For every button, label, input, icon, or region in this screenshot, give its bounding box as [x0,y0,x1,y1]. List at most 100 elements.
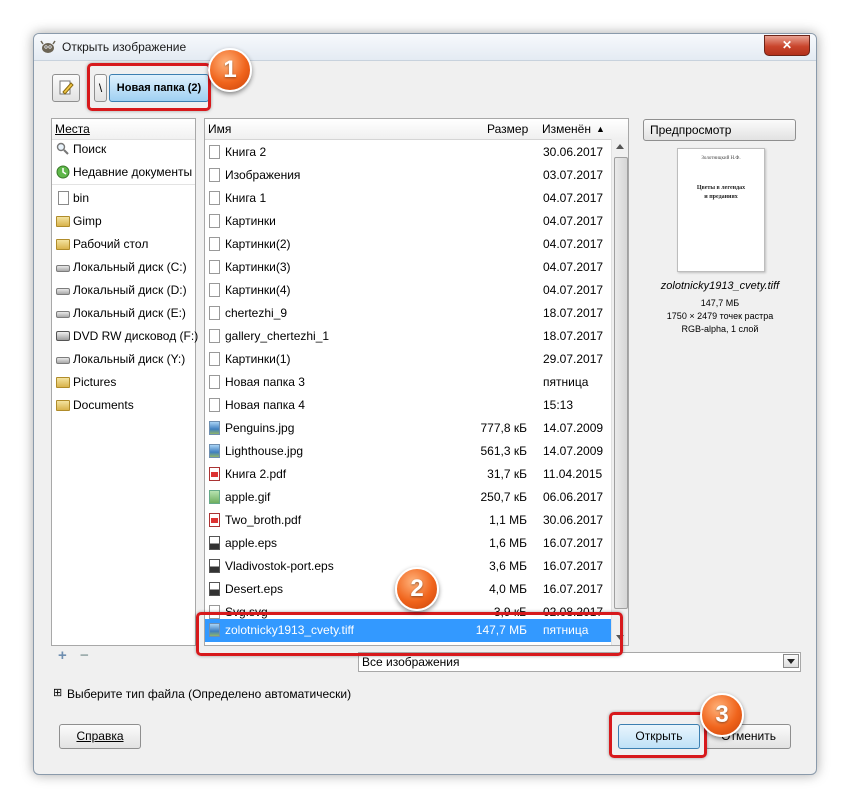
file-type-label[interactable]: Выберите тип файла (Определено автоматич… [67,687,351,701]
file-row[interactable]: chertezhi_9 18.07.2017 [205,302,611,325]
file-modified: 16.07.2017 [543,559,604,573]
file-modified: 11.04.2015 [543,467,603,481]
place-label: bin [73,191,90,205]
sort-ascending-icon: ▲ [596,124,605,134]
file-row[interactable]: Картинки(3) 04.07.2017 [205,256,611,279]
file-row[interactable]: apple.eps 1,6 МБ 16.07.2017 [205,532,611,555]
document-icon [209,191,220,205]
file-row[interactable]: apple.gif 250,7 кБ 06.06.2017 [205,486,611,509]
disk-icon [56,357,70,364]
file-name: Lighthouse.jpg [225,444,304,458]
column-modified-header[interactable]: Изменён [542,122,591,136]
file-modified: 03.07.2017 [543,168,604,182]
preview-button[interactable]: Предпросмотр [643,119,796,141]
document-icon [209,237,220,251]
place-item-dvd-f[interactable]: DVD RW дисковод (F:) [54,325,198,347]
document-icon [209,145,220,159]
file-row[interactable]: Новая папка 4 15:13 [205,394,611,417]
place-item-disk-d[interactable]: Локальный диск (D:) [54,279,192,301]
pdf-file-icon [209,513,220,527]
place-item-bin[interactable]: bin [54,187,192,209]
file-size: 4,0 МБ [489,582,527,596]
preview-thumbnail: Золотницкий Н.Ф. Цветы в легендах и пред… [677,148,765,272]
file-modified: 30.06.2017 [543,513,604,527]
file-name: Изображения [225,168,301,182]
file-modified: 04.07.2017 [543,191,604,205]
places-header-label: Места [55,122,90,136]
document-icon [58,191,69,205]
document-icon [209,398,220,412]
column-name-header[interactable]: Имя [208,122,231,136]
window-title: Открыть изображение [62,40,187,54]
file-row[interactable]: Картинки(2) 04.07.2017 [205,233,611,256]
file-modified: 29.07.2017 [543,352,604,366]
place-item-search[interactable]: Поиск [54,138,192,160]
file-row[interactable]: Lighthouse.jpg 561,3 кБ 14.07.2009 [205,440,611,463]
file-modified: 14.07.2009 [543,421,604,435]
file-name: Картинки(3) [225,260,291,274]
place-item-recent[interactable]: Недавние документы [54,161,192,183]
file-size: 3,6 МБ [489,559,527,573]
search-icon [56,142,69,155]
place-label: Локальный диск (C:) [73,260,187,274]
disk-icon [56,265,70,272]
highlight-frame-selected-file [196,612,623,656]
place-label: Локальный диск (E:) [73,306,186,320]
file-row[interactable]: gallery_chertezhi_1 18.07.2017 [205,325,611,348]
file-name: Картинки(1) [225,352,291,366]
file-modified: 04.07.2017 [543,237,604,251]
file-row[interactable]: Penguins.jpg 777,8 кБ 14.07.2009 [205,417,611,440]
file-name: Penguins.jpg [225,421,295,435]
file-row[interactable]: Two_broth.pdf 1,1 МБ 30.06.2017 [205,509,611,532]
file-modified: 18.07.2017 [543,329,604,343]
scrollbar-thumb[interactable] [614,157,628,609]
file-name: Desert.eps [225,582,284,596]
file-row[interactable]: Картинки(4) 04.07.2017 [205,279,611,302]
open-image-dialog: Открыть изображение ✕ \ Новая папка (2) … [33,33,817,775]
image-file-icon [209,444,220,458]
eps-file-icon [209,536,220,550]
close-button[interactable]: ✕ [764,35,810,56]
place-label: Pictures [73,375,117,389]
edit-location-button[interactable] [52,74,80,102]
disk-icon [56,311,70,318]
place-item-pictures[interactable]: Pictures [54,371,192,393]
add-bookmark-button[interactable]: + [58,647,67,664]
file-row[interactable]: Книга 2 30.06.2017 [205,141,611,164]
place-item-disk-c[interactable]: Локальный диск (C:) [54,256,192,278]
file-list-scrollbar[interactable] [611,139,628,645]
gif-file-icon [209,490,220,504]
file-name: chertezhi_9 [225,306,288,320]
file-filter-value: Все изображения [362,655,460,669]
place-label: Рабочий стол [73,237,149,251]
place-item-documents[interactable]: Documents [54,394,192,416]
place-label: Gimp [73,214,102,228]
step-badge-1: 1 [208,48,252,92]
file-row[interactable]: Картинки 04.07.2017 [205,210,611,233]
place-item-desktop[interactable]: Рабочий стол [54,233,192,255]
help-button[interactable]: Справка [59,724,141,749]
preview-mode: RGB-alpha, 1 слой [681,324,759,334]
file-type-expander-icon[interactable]: ⊞ [53,686,62,699]
place-label: DVD RW дисковод (F:) [73,329,199,343]
file-name: Two_broth.pdf [225,513,302,527]
file-row[interactable]: Картинки(1) 29.07.2017 [205,348,611,371]
preview-size: 147,7 МБ [700,298,740,308]
file-row[interactable]: Книга 2.pdf 31,7 кБ 11.04.2015 [205,463,611,486]
place-item-gimp[interactable]: Gimp [54,210,192,232]
file-row[interactable]: Книга 1 04.07.2017 [205,187,611,210]
file-row[interactable]: Новая папка 3 пятница [205,371,611,394]
file-size: 1,6 МБ [489,536,527,550]
eps-file-icon [209,559,220,573]
chevron-down-icon[interactable] [783,654,799,668]
column-size-header[interactable]: Размер [487,122,528,136]
place-item-disk-y[interactable]: Локальный диск (Y:) [54,348,192,370]
remove-bookmark-button[interactable]: − [80,647,89,664]
title-bar[interactable]: Открыть изображение ✕ [34,34,816,61]
file-row[interactable]: Изображения 03.07.2017 [205,164,611,187]
folder-icon [56,216,70,227]
places-header[interactable]: Места [52,119,195,140]
scroll-up-icon[interactable] [616,144,624,149]
place-item-disk-e[interactable]: Локальный диск (E:) [54,302,192,324]
step-badge-3: 3 [700,693,744,737]
